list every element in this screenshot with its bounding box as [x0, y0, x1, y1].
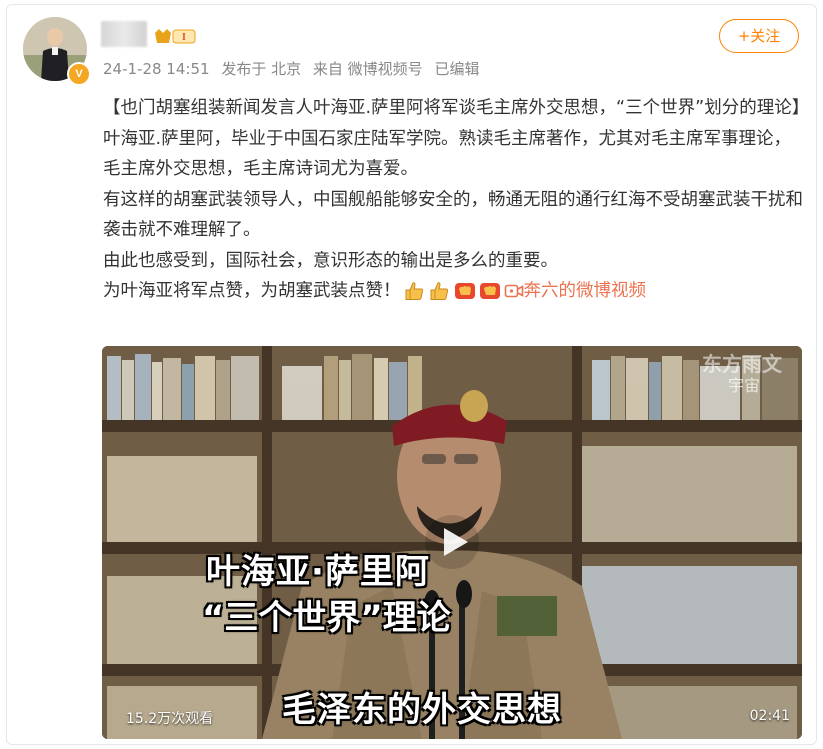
verified-badge-icon: V	[67, 62, 91, 86]
video-player[interactable]: 东方雨文 宇宙 叶海亚·萨里阿 “三个世界”理论 毛泽东的外交思想 15.2万次…	[102, 346, 802, 739]
level-badge-label: I	[182, 32, 186, 43]
caption-bottom: 毛泽东的外交思想	[282, 690, 562, 730]
post-source[interactable]: 来自 微博视频号	[313, 60, 423, 78]
post-body: 【也门胡塞组装新闻发言人叶海亚.萨里阿将军谈毛主席外交思想，“三个世界”划分的理…	[103, 93, 810, 307]
caption-name: 叶海亚·萨里阿	[206, 552, 430, 592]
level-badge-icon: I	[155, 29, 196, 44]
weibo-video-link-label[interactable]: 奔六的微博视频	[524, 276, 647, 307]
view-count: 15.2万次观看	[126, 711, 214, 727]
fist-icon	[479, 283, 500, 300]
thumbs-up-icon	[405, 282, 423, 301]
post-timestamp[interactable]: 24-1-28 14:51	[103, 60, 210, 78]
caption-theory: “三个世界”理论	[202, 598, 451, 638]
video-duration: 02:41	[749, 708, 790, 724]
post-paragraph: 【也门胡塞组装新闻发言人叶海亚.萨里阿将军谈毛主席外交思想，“三个世界”划分的理…	[103, 98, 810, 118]
username-blurred[interactable]	[101, 21, 147, 47]
follow-button[interactable]: +关注	[719, 19, 799, 53]
weibo-post-card: V I 24-1-28 14:51 发布于 北京 来自 微博视频号 已编辑 +关…	[6, 4, 817, 745]
post-paragraph-last: 为叶海亚将军点赞，为胡塞武装点赞！ 奔六的微博视频	[103, 276, 803, 307]
post-location: 发布于 北京	[221, 60, 302, 78]
fist-icon	[454, 283, 475, 300]
play-icon[interactable]	[424, 514, 480, 570]
post-paragraph: 叶海亚.萨里阿，毕业于中国石家庄陆军学院。熟读毛主席著作，尤其对毛主席军事理论，…	[103, 128, 792, 180]
post-meta: 24-1-28 14:51 发布于 北京 来自 微博视频号 已编辑	[103, 58, 486, 79]
post-paragraph-text: 为叶海亚将军点赞，为胡塞武装点赞！	[103, 281, 401, 301]
post-paragraph: 由此也感受到，国际社会，意识形态的输出是多么的重要。	[103, 250, 558, 271]
watermark-channel: 宇宙	[727, 376, 760, 395]
video-camera-icon	[504, 284, 523, 298]
thumbs-up-icon	[430, 282, 448, 301]
post-edited[interactable]: 已编辑	[434, 60, 479, 78]
weibo-video-link[interactable]: 奔六的微博视频	[504, 276, 647, 307]
post-paragraph: 有这样的胡塞武装领导人，中国舰船能够安全的，畅通无阻的通行红海不受胡塞武装干扰和…	[103, 189, 803, 241]
